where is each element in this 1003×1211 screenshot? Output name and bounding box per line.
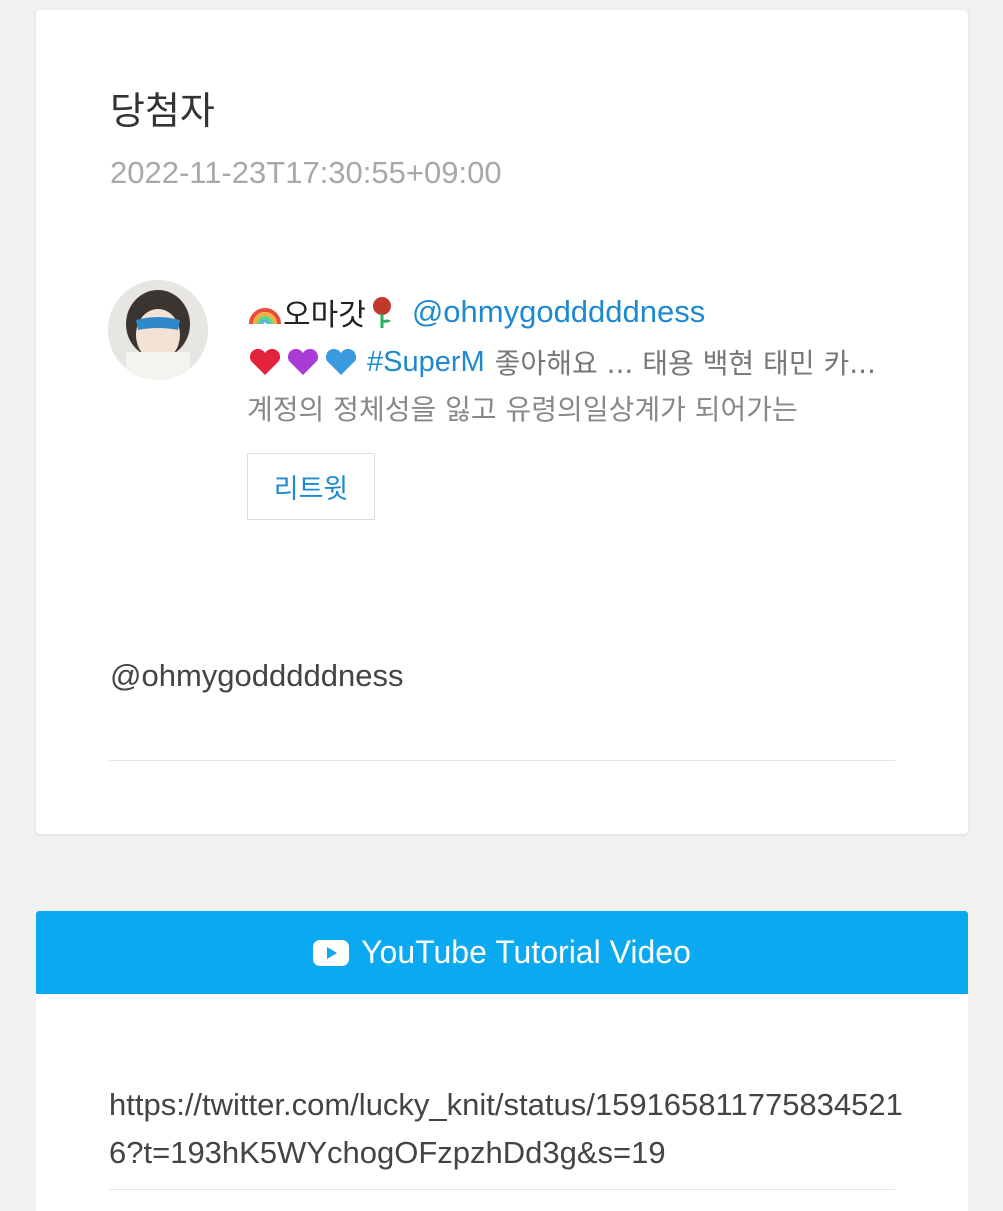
avatar[interactable] <box>108 280 208 380</box>
profile-name-row: 오마갓 @ohmygodddddness <box>247 290 897 334</box>
tweet-preview[interactable]: 오마갓 @ohmygodddddness #SuperM 좋아해요 ... 태용… <box>247 290 897 428</box>
youtube-card: YouTube Tutorial Video https://twitter.c… <box>36 911 968 1211</box>
timestamp: 2022-11-23T17:30:55+09:00 <box>110 155 502 190</box>
page-title: 당첨자 <box>110 89 215 133</box>
tweet-url-link[interactable]: https://twitter.com/lucky_knit/status/15… <box>109 1081 909 1177</box>
retweet-button[interactable]: 리트윗 <box>247 453 375 520</box>
display-name: 오마갓 <box>283 298 366 333</box>
bio-text: 좋아해요 ... 태용 백현 태민 카... <box>494 347 876 380</box>
hearts-emoji-icon <box>249 348 357 375</box>
winner-mention: @ohmygodddddness <box>110 658 404 693</box>
rainbow-emoji-icon <box>249 308 281 325</box>
bio-line-1: #SuperM 좋아해요 ... 태용 백현 태민 카... <box>247 340 897 384</box>
winner-card: 당첨자 2022-11-23T17:30:55+09:00 오마갓 @ohmyg… <box>36 10 968 834</box>
bio-line-2: 계정의 정체성을 잃고 유령의일상계가 되어가는 <box>247 393 798 426</box>
youtube-tutorial-header[interactable]: YouTube Tutorial Video <box>36 911 968 994</box>
divider <box>109 1189 895 1190</box>
profile-handle-link[interactable]: @ohmygodddddness <box>412 294 705 330</box>
hashtag-link[interactable]: #SuperM <box>367 346 485 379</box>
divider <box>109 760 895 761</box>
youtube-play-icon <box>313 939 350 966</box>
rose-emoji-icon <box>372 297 391 328</box>
youtube-header-label: YouTube Tutorial Video <box>361 934 691 970</box>
avatar-image <box>108 280 208 380</box>
